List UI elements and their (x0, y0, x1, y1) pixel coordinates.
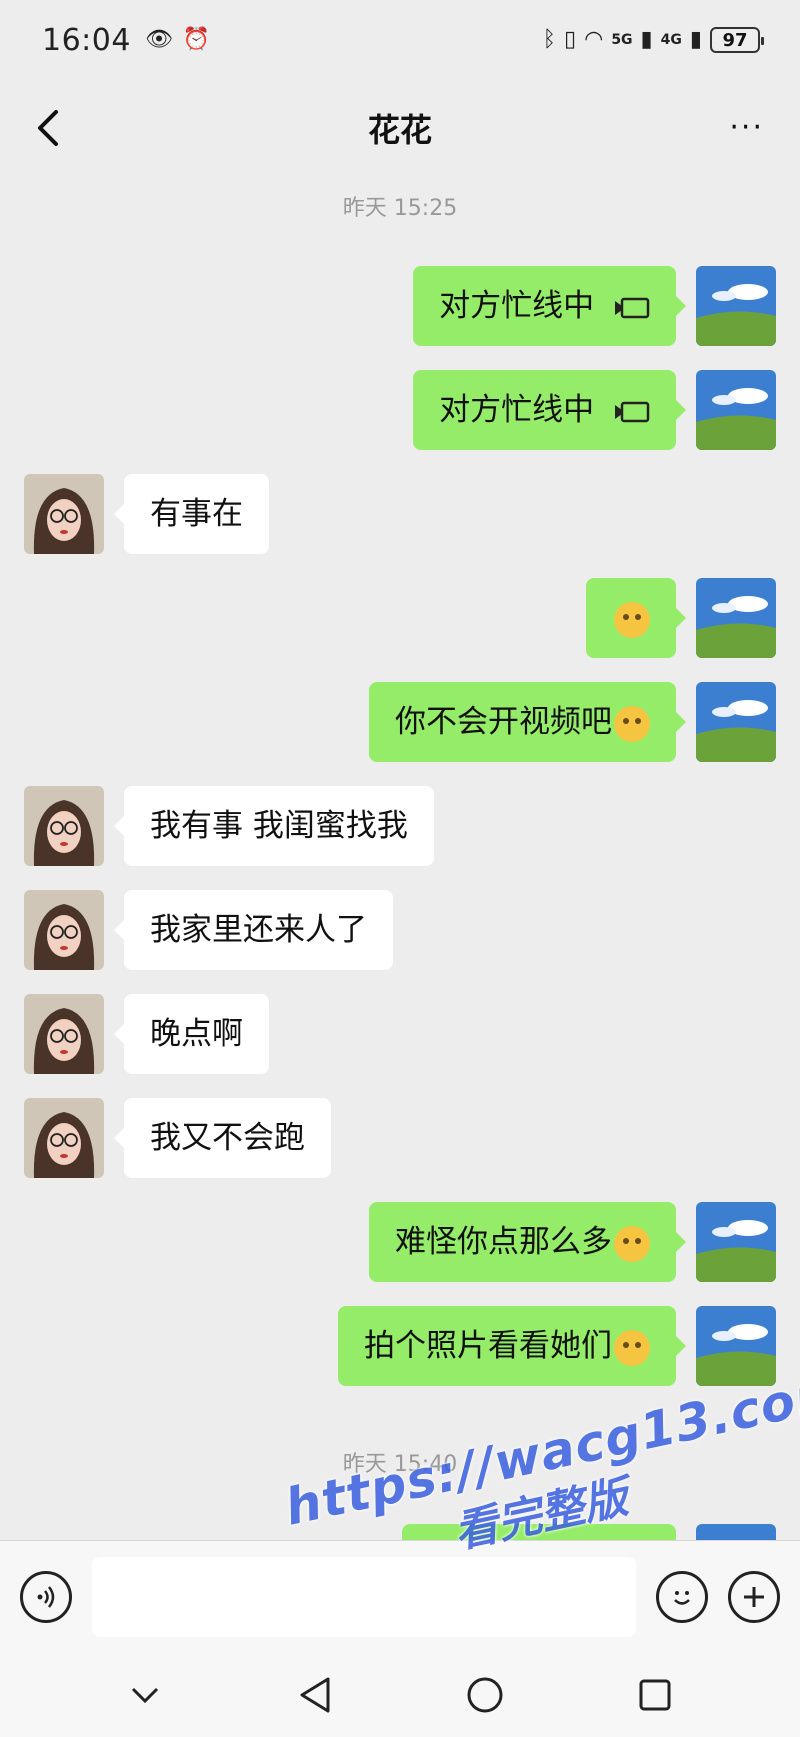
contact-avatar[interactable] (24, 890, 104, 970)
contact-avatar[interactable] (24, 1098, 104, 1178)
message-input[interactable] (92, 1556, 636, 1637)
chat-messages: 昨天 15:25 对方忙线中 对方忙线中 有事在 你不会开视频吧 我有事 我闺蜜… (0, 176, 800, 1540)
message-bubble[interactable]: 对方忙线中 (413, 266, 686, 346)
video-call-icon (615, 401, 650, 422)
message-row: 我又不会跑 (24, 1098, 331, 1178)
contact-avatar[interactable] (24, 474, 104, 554)
message-row: 有事在 (24, 474, 269, 554)
triangle-back-icon (300, 1677, 330, 1712)
message-bubble[interactable]: 你不会开视频吧 (369, 682, 686, 762)
message-bubble[interactable]: 我有事 我闺蜜找我 (114, 786, 434, 866)
vibrate-icon: ▯ (564, 27, 577, 52)
signal-icon: ▮ (640, 27, 653, 52)
back-arrow-icon[interactable] (30, 104, 70, 152)
voice-input-button[interactable] (20, 1570, 72, 1623)
emoji-facepalm-icon (614, 601, 650, 638)
bluetooth-icon: ᛒ (542, 27, 556, 52)
message-bubble[interactable]: 我又不会跑 (114, 1098, 331, 1178)
chat-header: 花花 ··· (0, 80, 800, 176)
message-text: 拍个照片看看她们 (364, 1328, 612, 1364)
message-row: 你不会开视频吧 (369, 682, 776, 762)
more-functions-button[interactable] (728, 1570, 780, 1623)
message-text: 对方忙线中 (439, 288, 595, 324)
message-row: 对方忙线中 (413, 266, 776, 346)
message-row: 对方忙线中 (413, 370, 776, 450)
message-row (586, 578, 776, 658)
voice-icon (37, 1585, 55, 1608)
message-row: 晚点啊 (24, 994, 269, 1074)
message-text: 我有事 我闺蜜找我 (150, 808, 408, 844)
wifi-icon: ◠ (584, 27, 604, 52)
alarm-icon: ⏰ (182, 27, 211, 52)
message-text: 有事在 (150, 496, 243, 532)
signal-icon: ▮ (689, 27, 702, 52)
my-avatar[interactable] (696, 1202, 776, 1282)
message-text: 对方忙线中 (439, 392, 595, 428)
status-time: 16:04 (42, 22, 131, 58)
my-avatar[interactable] (696, 370, 776, 450)
emoji-facepalm-icon (614, 1329, 650, 1366)
network-4g-label: 4G (660, 32, 682, 48)
circle-home-icon (467, 1677, 503, 1712)
my-avatar[interactable] (696, 1306, 776, 1386)
status-bar: 16:04 👁 ⏰ ᛒ ▯ ◠ 5G ▮ 4G ▮ 97 (0, 0, 800, 80)
plus-icon (744, 1586, 764, 1607)
chat-title: 花花 (367, 111, 432, 149)
video-call-icon (615, 297, 650, 318)
my-avatar[interactable] (696, 1524, 776, 1540)
system-home-button[interactable] (463, 1673, 507, 1717)
eye-icon: 👁 (144, 27, 173, 52)
message-bubble[interactable]: 晚点啊 (114, 994, 269, 1074)
message-bubble[interactable]: 我家里还来人了 (114, 890, 393, 970)
message-row: 我家里还来人了 (24, 890, 393, 970)
system-recents-button[interactable] (633, 1673, 677, 1717)
message-bubble[interactable]: 有事在 (114, 474, 269, 554)
message-text: 你不会开视频吧 (395, 704, 612, 740)
message-text: 我家里还来人了 (150, 912, 367, 948)
system-back-button[interactable] (293, 1673, 337, 1717)
emoji-pleading-icon (614, 705, 650, 742)
smiley-icon (674, 1590, 690, 1605)
message-row: 难怪你点那么多 (369, 1202, 776, 1282)
timestamp: 昨天 15:25 (342, 196, 458, 221)
timestamp: 昨天 15:40 (342, 1452, 458, 1477)
message-row (402, 1524, 776, 1540)
contact-avatar[interactable] (24, 994, 104, 1074)
message-bubble[interactable]: 拍个照片看看她们 (338, 1306, 686, 1386)
message-text: 晚点啊 (150, 1016, 243, 1052)
battery-indicator: 97 (710, 27, 764, 53)
emoji-button[interactable] (656, 1570, 708, 1623)
my-avatar[interactable] (696, 578, 776, 658)
my-avatar[interactable] (696, 682, 776, 762)
input-bar (0, 1540, 800, 1652)
my-avatar[interactable] (696, 266, 776, 346)
message-text: 难怪你点那么多 (395, 1224, 612, 1260)
message-bubble[interactable] (402, 1524, 676, 1540)
square-recents-icon (639, 1679, 671, 1710)
message-bubble[interactable]: 难怪你点那么多 (369, 1202, 686, 1282)
message-bubble[interactable]: 对方忙线中 (413, 370, 686, 450)
network-5g-label: 5G (611, 32, 633, 48)
contact-avatar[interactable] (24, 786, 104, 866)
message-bubble[interactable] (586, 578, 686, 658)
system-navigation-bar (0, 1652, 800, 1737)
emoji-facepalm-icon (614, 1225, 650, 1262)
hide-keyboard-button[interactable] (123, 1673, 167, 1717)
chevron-down-icon (131, 1687, 159, 1703)
message-text: 我又不会跑 (150, 1120, 305, 1156)
message-row: 拍个照片看看她们 (338, 1306, 776, 1386)
more-options-button[interactable]: ··· (729, 110, 764, 145)
message-row: 我有事 我闺蜜找我 (24, 786, 434, 866)
